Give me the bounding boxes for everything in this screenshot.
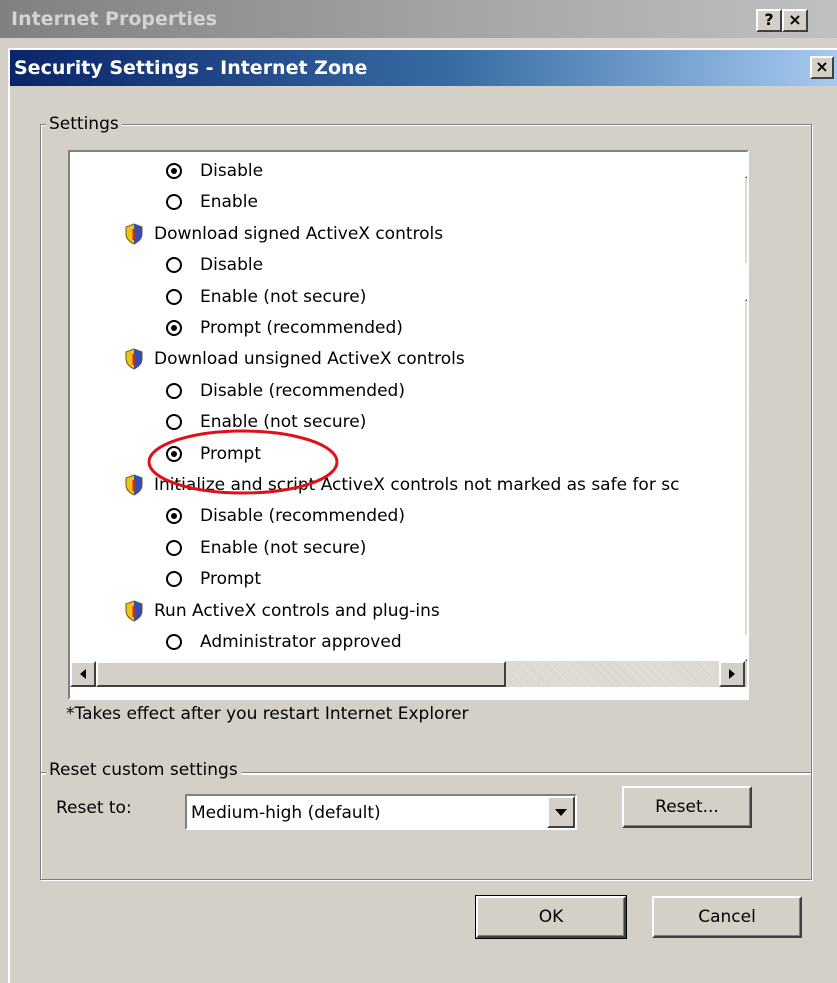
parent-close-button[interactable]: × [782, 9, 808, 32]
dialog-close-button[interactable]: × [810, 56, 834, 79]
setting-option-label: Disable [200, 255, 264, 276]
setting-option-label: Enable (not secure) [200, 286, 367, 307]
reset-group-legend: Reset custom settings [46, 760, 241, 780]
radio-unselected[interactable] [166, 382, 182, 399]
setting-option-label: Prompt [200, 569, 261, 590]
setting-option-label: Disable (recommended) [200, 380, 405, 401]
setting-option-label: Enable (not secure) [200, 412, 367, 433]
setting-category-label: Run ActiveX controls and plug-ins [154, 600, 440, 621]
cancel-button[interactable]: Cancel [652, 896, 802, 938]
settings-rows: Disable Enable Download signed ActiveX con… [70, 152, 745, 660]
dialog-title-bar[interactable]: Security Settings - Internet Zone × [10, 50, 837, 86]
radio-selected[interactable] [166, 163, 182, 179]
restart-note: *Takes effect after you restart Internet… [66, 704, 469, 724]
scroll-right-button[interactable] [719, 661, 745, 687]
vertical-scroll-thumb[interactable] [745, 263, 747, 301]
arrow-down-icon [747, 637, 749, 659]
setting-category-label: Initialize and script ActiveX controls n… [154, 475, 680, 495]
settings-group-legend: Settings [46, 114, 122, 134]
arrow-left-icon [80, 669, 86, 679]
setting-option-label: Prompt (recommended) [200, 318, 403, 338]
setting-category-label: Download unsigned ActiveX controls [154, 349, 465, 370]
settings-listbox[interactable]: Disable Enable Download signed ActiveX con… [68, 150, 749, 700]
chevron-down-icon [555, 809, 567, 816]
scroll-up-button[interactable] [745, 152, 749, 178]
scroll-down-button[interactable] [745, 635, 749, 661]
security-settings-dialog: Security Settings - Internet Zone × Sett… [8, 48, 837, 983]
radio-unselected[interactable] [166, 539, 182, 556]
dialog-title: Security Settings - Internet Zone [14, 57, 368, 79]
radio-selected[interactable] [166, 508, 182, 525]
ok-button[interactable]: OK [475, 895, 627, 939]
radio-unselected[interactable] [166, 194, 182, 211]
setting-option-label: Prompt [200, 443, 261, 464]
security-shield-icon [124, 223, 144, 245]
radio-unselected[interactable] [166, 257, 182, 274]
radio-unselected[interactable] [166, 288, 182, 305]
scroll-left-button[interactable] [70, 661, 96, 687]
reset-level-select[interactable]: Medium-high (default) [185, 794, 577, 830]
radio-unselected[interactable] [166, 571, 182, 588]
security-shield-icon [124, 474, 144, 496]
radio-selected[interactable] [166, 320, 182, 336]
parent-title-bar: Internet Properties ? × [0, 0, 837, 38]
arrow-up-icon [747, 154, 749, 176]
setting-option-label: Disable (recommended) [200, 506, 405, 527]
reset-level-value: Medium-high (default) [191, 803, 381, 823]
parent-help-button[interactable]: ? [756, 9, 782, 32]
setting-option-label: Disable [200, 161, 264, 181]
parent-window-title: Internet Properties [11, 8, 218, 30]
reset-button[interactable]: Reset... [622, 786, 752, 828]
reset-to-label: Reset to: [56, 798, 132, 818]
scroll-corner [745, 661, 747, 687]
radio-unselected[interactable] [166, 414, 182, 431]
setting-category-label: Download signed ActiveX controls [154, 223, 444, 244]
horizontal-scrollbar[interactable] [70, 661, 745, 687]
setting-option-label: Enable (not secure) [200, 537, 367, 558]
security-shield-icon [124, 348, 144, 370]
horizontal-scroll-thumb[interactable] [96, 661, 506, 687]
setting-option-label: Administrator approved [200, 632, 402, 652]
vertical-scrollbar[interactable] [745, 152, 749, 661]
radio-unselected[interactable] [166, 634, 182, 650]
reset-level-dropdown-button[interactable] [547, 796, 575, 828]
radio-selected[interactable] [166, 445, 182, 462]
arrow-right-icon [729, 669, 735, 679]
security-shield-icon [124, 600, 144, 622]
setting-option-label: Enable [200, 192, 258, 213]
